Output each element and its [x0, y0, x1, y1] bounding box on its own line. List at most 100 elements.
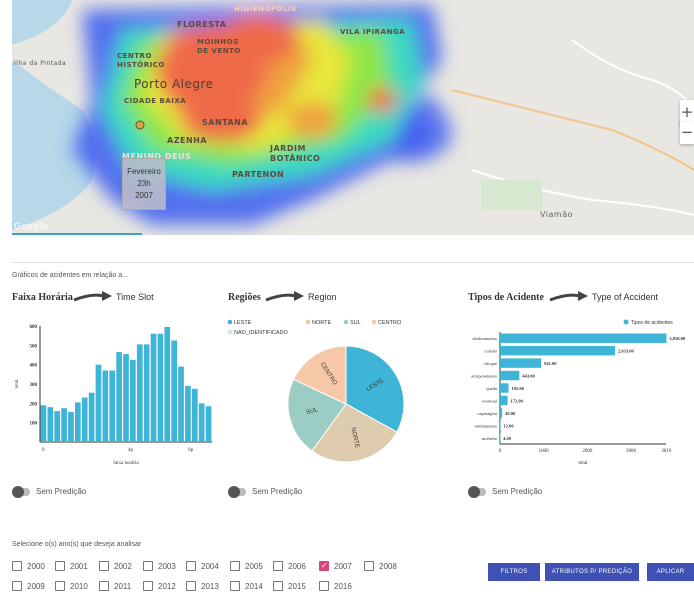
year-label: 2005: [245, 561, 263, 571]
toggle-label: Sem Predição: [252, 487, 303, 496]
map-label-santana: SANTANA: [202, 118, 249, 127]
year-option-2015[interactable]: 2015: [273, 581, 306, 591]
map-label-cidade-baixa: CIDADE BAIXA: [124, 97, 187, 105]
legend-label: NORTE: [312, 320, 331, 326]
bar: [102, 370, 109, 442]
map-label-higienopolis: HIGIENÓPOLIS: [234, 5, 297, 13]
year-checkbox[interactable]: [55, 561, 65, 571]
x-axis-label: total: [579, 461, 588, 466]
legend-label: NAO_IDENTIFICADO: [234, 330, 289, 336]
bar: [171, 340, 177, 442]
bar: [130, 359, 136, 442]
year-checkbox[interactable]: [319, 581, 329, 591]
prediction-toggle-type[interactable]: Sem Predição: [468, 485, 543, 498]
year-label: 2010: [70, 581, 88, 591]
year-checkbox[interactable]: [186, 561, 196, 571]
year-option-2011[interactable]: 2011: [99, 581, 131, 591]
year-checkbox[interactable]: [99, 581, 109, 591]
year-checkbox[interactable]: [273, 581, 283, 591]
year-option-2007[interactable]: 2007: [319, 561, 352, 571]
year-label: 2004: [201, 561, 219, 571]
bar: [150, 333, 157, 442]
toggle-track[interactable]: [12, 485, 30, 498]
bar: [143, 344, 150, 442]
year-checkbox[interactable]: [143, 581, 153, 591]
year-checkbox[interactable]: [230, 561, 240, 571]
year-checkbox[interactable]: [55, 581, 65, 591]
map-label-floresta: FLORESTA: [177, 20, 227, 29]
y-tick-label: 500: [30, 344, 38, 349]
bar: [500, 345, 616, 356]
bar: [178, 366, 184, 442]
bar: [81, 397, 88, 442]
year-option-2009[interactable]: 2009: [12, 581, 45, 591]
y-tick-label: 300: [30, 383, 38, 388]
bar: [61, 408, 67, 442]
toggle-track[interactable]: [468, 485, 486, 498]
value-label: 443.00: [522, 374, 535, 379]
map-info-time: 23h: [137, 179, 151, 188]
toggle-knob[interactable]: [468, 485, 480, 498]
year-checkbox[interactable]: [143, 561, 153, 571]
year-option-2010[interactable]: 2010: [55, 581, 88, 591]
google-logo: Google: [14, 222, 49, 232]
y-tick-label: 100: [30, 422, 38, 427]
year-label: 2006: [288, 561, 306, 571]
apply-button[interactable]: APLICAR: [647, 563, 694, 581]
year-label: 2014: [245, 581, 263, 591]
value-label: 4.00: [503, 436, 512, 441]
value-label: 49.00: [505, 411, 516, 416]
time-chart-title: Faixa Horária: [12, 292, 73, 303]
year-option-2005[interactable]: 2005: [230, 561, 263, 571]
prediction-toggle-region[interactable]: Sem Predição: [228, 485, 303, 498]
year-checkbox[interactable]: [319, 561, 329, 571]
map-label-jardim-botanico: JARDIM BOTÂNICO: [270, 144, 321, 163]
toggle-knob[interactable]: [12, 485, 24, 498]
year-option-2014[interactable]: 2014: [230, 581, 263, 591]
toggle-knob[interactable]: [228, 485, 240, 498]
zoom-out-button[interactable]: −: [680, 122, 694, 144]
year-checkbox[interactable]: [230, 581, 240, 591]
x-axis-label: faixa horária: [113, 461, 139, 466]
year-option-2013[interactable]: 2013: [186, 581, 219, 591]
x-tick-label: 8p: [188, 448, 194, 453]
toggle-label: Sem Predição: [492, 487, 543, 496]
y-axis-label: total: [15, 379, 20, 388]
bar: [47, 407, 54, 442]
x-tick-label: 3810: [661, 449, 672, 454]
map-info-month: Fevereiro: [127, 167, 161, 176]
year-checkbox[interactable]: [186, 581, 196, 591]
year-checkbox[interactable]: [12, 581, 22, 591]
category-label: atropelamento: [471, 374, 497, 379]
year-option-2002[interactable]: 2002: [99, 561, 132, 571]
year-option-2008[interactable]: 2008: [364, 561, 397, 571]
arrow-icon: [265, 291, 304, 302]
category-label: capotagem: [478, 411, 498, 416]
year-option-2000[interactable]: 2000: [12, 561, 45, 571]
year-checkbox[interactable]: [12, 561, 22, 571]
year-option-2016[interactable]: 2016: [319, 581, 352, 591]
year-option-2006[interactable]: 2006: [273, 561, 306, 571]
year-checkbox[interactable]: [364, 561, 374, 571]
x-tick-label: 3000: [626, 449, 637, 454]
time-slot-bar-chart: 100 200 300 400 500 600 0 4p 8p faixa horária tota…: [15, 325, 212, 466]
prediction-toggle-time[interactable]: Sem Predição: [12, 485, 86, 498]
map-label-porto-alegre: Porto Alegre: [134, 77, 214, 91]
year-option-2012[interactable]: 2012: [143, 581, 176, 591]
year-checkbox[interactable]: [273, 561, 283, 571]
year-option-2003[interactable]: 2003: [143, 561, 176, 571]
prediction-attributes-button[interactable]: ATRIBUTOS P/ PREDIÇÃO: [545, 563, 639, 581]
year-option-2004[interactable]: 2004: [186, 561, 219, 571]
legend-label: Tipos de acidentes: [631, 320, 673, 326]
map-label-azenha: AZENHA: [167, 136, 208, 145]
year-option-2001[interactable]: 2001: [55, 561, 88, 571]
heatmap-map[interactable]: HIGIENÓPOLIS FLORESTA MOINHOS DE VENTO V…: [12, 0, 694, 235]
region-chart-annotation: Region: [308, 292, 337, 302]
bar: [88, 392, 95, 442]
time-chart-annotation: Time Slot: [116, 292, 154, 302]
legend-label: SUL: [350, 320, 361, 326]
year-checkbox[interactable]: [99, 561, 109, 571]
filters-button[interactable]: FILTROS: [488, 563, 540, 581]
toggle-track[interactable]: [228, 485, 246, 498]
value-label: 941.00: [544, 361, 557, 366]
